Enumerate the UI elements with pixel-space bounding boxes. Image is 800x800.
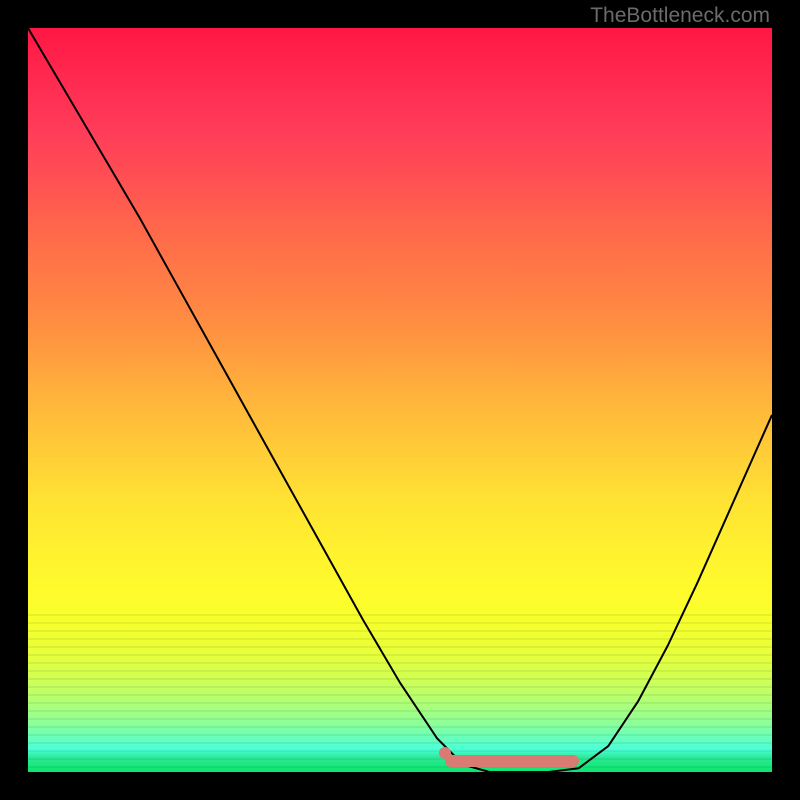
optimum-dot	[439, 747, 451, 759]
plot-area	[28, 28, 772, 772]
optimum-band	[445, 755, 579, 767]
curve-path	[28, 28, 772, 772]
chart-frame: TheBottleneck.com	[0, 0, 800, 800]
bottleneck-curve	[28, 28, 772, 772]
attribution-text: TheBottleneck.com	[590, 4, 770, 28]
